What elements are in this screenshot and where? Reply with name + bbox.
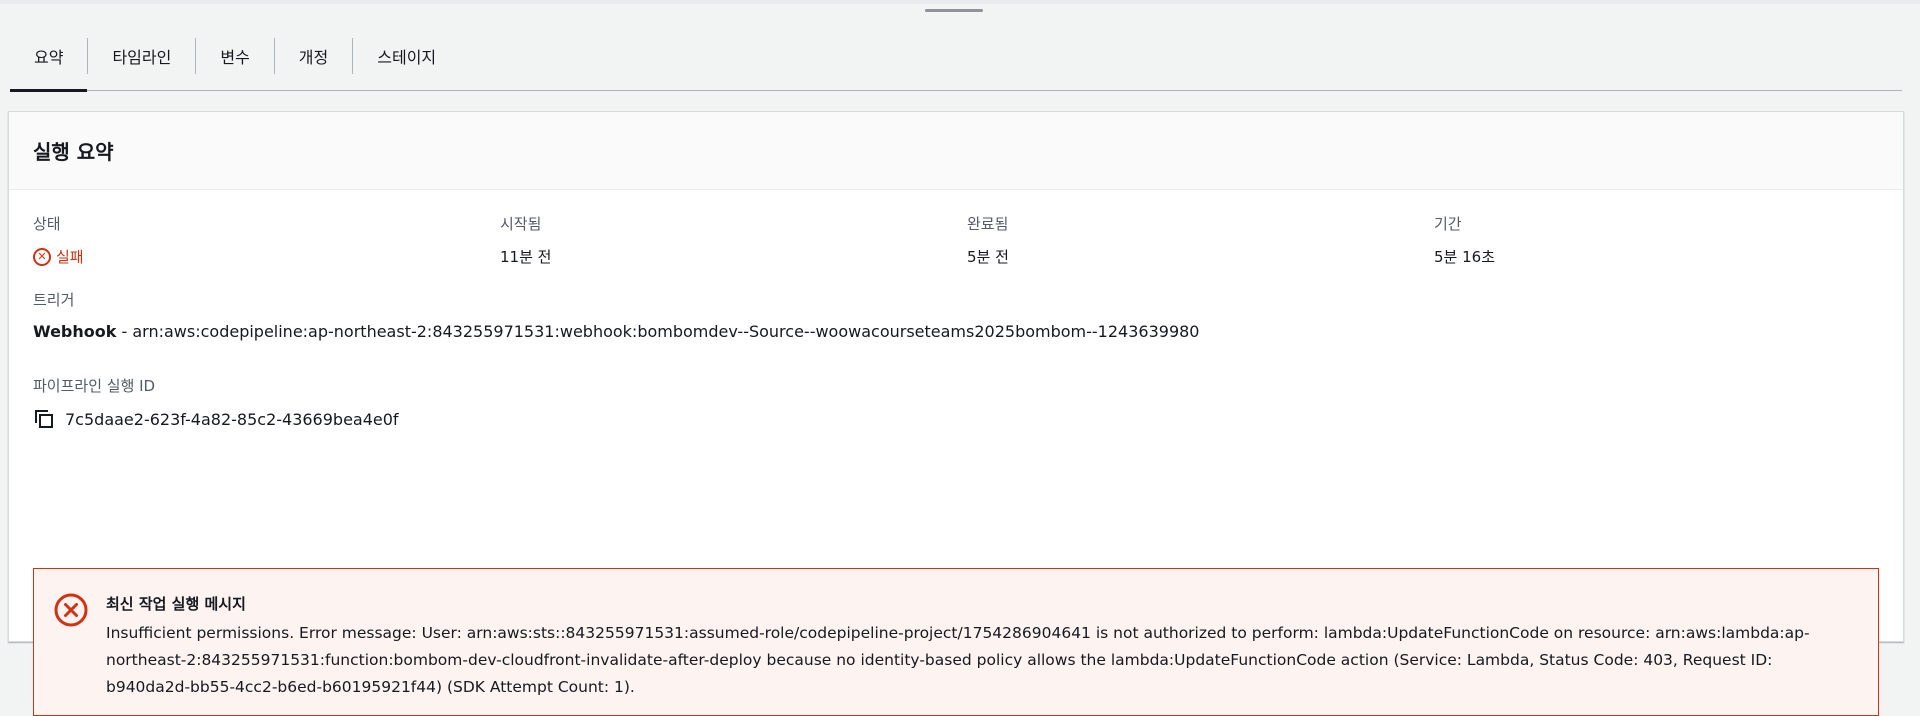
tab-label: 타임라인: [112, 48, 172, 67]
tab-label: 변수: [220, 48, 250, 67]
trigger-value: Webhook - arn:aws:codepipeline:ap-northe…: [33, 322, 1879, 341]
error-circle-icon: [54, 593, 88, 627]
status-value: ✕ 실패: [33, 246, 500, 267]
duration-field: 기간 5분 16초: [1434, 213, 1879, 267]
status-field: 상태 ✕ 실패: [33, 213, 500, 267]
started-value: 11분 전: [500, 248, 552, 266]
execution-id-value: 7c5daae2-623f-4a82-85c2-43669bea4e0f: [65, 409, 399, 429]
duration-value: 5분 16초: [1434, 248, 1495, 266]
trigger-detail: - arn:aws:codepipeline:ap-northeast-2:84…: [116, 322, 1200, 341]
execution-summary-panel: 실행 요약 상태 ✕ 실패 시작됨 11분 전 완료됨 5분 전 기간 5분 1…: [8, 111, 1904, 716]
execution-id-row: 7c5daae2-623f-4a82-85c2-43669bea4e0f: [33, 408, 1879, 430]
copy-icon[interactable]: [33, 408, 55, 430]
tab-variables[interactable]: 변수: [196, 34, 273, 90]
panel-title: 실행 요약: [33, 140, 114, 164]
alert-content: 최신 작업 실행 메시지 Insufficient permissions. E…: [106, 593, 1858, 696]
top-border: [0, 0, 1920, 4]
status-text: 실패: [56, 248, 84, 266]
drag-handle[interactable]: [925, 9, 983, 12]
execution-id-section: 파이프라인 실행 ID 7c5daae2-623f-4a82-85c2-4366…: [33, 375, 1879, 430]
error-alert: 최신 작업 실행 메시지 Insufficient permissions. E…: [33, 568, 1879, 716]
tab-label: 스테이지: [377, 48, 437, 67]
trigger-section: 트리거 Webhook - arn:aws:codepipeline:ap-no…: [33, 289, 1879, 341]
tab-label: 개정: [298, 48, 329, 67]
status-label: 상태: [33, 215, 61, 233]
completed-value: 5분 전: [967, 248, 1009, 266]
panel-header: 실행 요약: [9, 112, 1903, 190]
started-label: 시작됨: [500, 215, 542, 233]
started-field: 시작됨 11분 전: [500, 213, 967, 267]
execution-id-label: 파이프라인 실행 ID: [33, 377, 156, 395]
panel-body: 상태 ✕ 실패 시작됨 11분 전 완료됨 5분 전 기간 5분 16초 트리거: [9, 213, 1903, 716]
trigger-type: Webhook: [33, 322, 117, 341]
alert-message: Insufficient permissions. Error message:…: [106, 624, 1810, 696]
trigger-label: 트리거: [33, 291, 75, 309]
tab-timeline[interactable]: 타임라인: [88, 34, 195, 90]
completed-field: 완료됨 5분 전: [967, 213, 1434, 267]
tab-stages[interactable]: 스테이지: [353, 34, 460, 90]
summary-grid: 상태 ✕ 실패 시작됨 11분 전 완료됨 5분 전 기간 5분 16초: [33, 213, 1879, 267]
x-circle-icon: ✕: [33, 247, 51, 266]
completed-label: 완료됨: [967, 215, 1009, 233]
duration-label: 기간: [1434, 215, 1462, 233]
tab-revisions[interactable]: 개정: [275, 34, 352, 90]
tab-bar: 요약 타임라인 변수 개정 스테이지: [10, 34, 1902, 92]
alert-title: 최신 작업 실행 메시지: [106, 595, 246, 613]
tab-summary[interactable]: 요약: [10, 34, 88, 92]
tab-label: 요약: [34, 48, 64, 67]
